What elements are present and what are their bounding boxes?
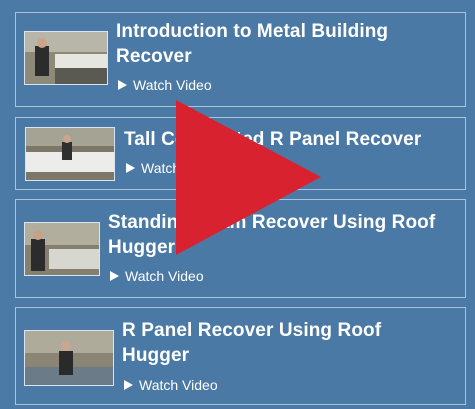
play-arrow-shape — [176, 100, 321, 255]
video-card[interactable]: Introduction to Metal Building Recover W… — [15, 12, 466, 107]
thumbnail-image — [25, 223, 99, 275]
large-play-button-icon[interactable] — [176, 100, 321, 255]
thumbnail-image — [25, 331, 113, 385]
video-thumbnail[interactable] — [24, 330, 114, 386]
play-triangle-icon — [118, 80, 127, 90]
watch-video-link[interactable]: Watch Video — [124, 377, 218, 393]
play-triangle-icon — [126, 163, 135, 173]
video-thumbnail[interactable] — [25, 127, 115, 181]
thumbnail-image — [25, 32, 107, 84]
play-triangle-icon — [110, 271, 119, 281]
video-card[interactable]: R Panel Recover Using Roof Hugger Watch … — [15, 307, 466, 405]
play-triangle-icon — [124, 380, 133, 390]
video-thumbnail[interactable] — [24, 222, 100, 276]
thumbnail-image — [26, 128, 114, 180]
video-thumbnail[interactable] — [24, 31, 108, 85]
video-title[interactable]: R Panel Recover Using Roof Hugger — [122, 318, 381, 368]
watch-video-link[interactable]: Watch Video — [118, 77, 212, 93]
video-title[interactable]: Introduction to Metal Building Recover — [116, 19, 388, 69]
watch-video-link[interactable]: Watch Video — [110, 268, 204, 284]
